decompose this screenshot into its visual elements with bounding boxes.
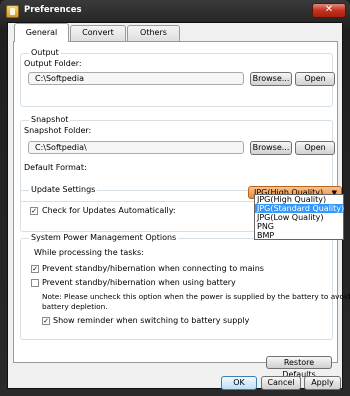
- format-option[interactable]: JPG(High Quality): [255, 195, 343, 204]
- reminder-label: Show reminder when switching to battery …: [53, 316, 250, 325]
- title-bar[interactable]: Preferences ✕: [0, 0, 350, 22]
- format-option[interactable]: JPG(Standard Quality): [255, 204, 344, 213]
- output-group: Output Output Folder: C:\Softpedia Brows…: [20, 48, 335, 107]
- battery-note-line1: Note: Please uncheck this option when th…: [42, 292, 350, 301]
- output-group-title: Output: [29, 48, 61, 57]
- close-icon: ✕: [324, 4, 334, 15]
- auto-update-label: Check for Updates Automatically:: [42, 206, 176, 215]
- prevent-mains-label: Prevent standby/hibernation when connect…: [42, 264, 264, 273]
- reminder-checkbox[interactable]: ✓: [42, 317, 50, 325]
- snapshot-folder-field[interactable]: C:\Softpedia\: [28, 141, 244, 154]
- tab-general[interactable]: General: [14, 23, 69, 42]
- restore-defaults-button[interactable]: Restore Defaults: [266, 356, 332, 379]
- output-folder-label: Output Folder:: [24, 59, 82, 68]
- window-title: Preferences: [24, 5, 82, 15]
- while-processing-label: While processing the tasks:: [34, 248, 144, 257]
- snapshot-browse-button[interactable]: Browse...: [250, 141, 292, 155]
- format-option[interactable]: PNG: [255, 222, 343, 231]
- snapshot-folder-label: Snapshot Folder:: [24, 126, 92, 135]
- prevent-battery-checkbox[interactable]: [31, 279, 39, 287]
- tab-convert[interactable]: Convert: [70, 25, 126, 41]
- output-open-button[interactable]: Open: [295, 72, 335, 86]
- preferences-window: Preferences ✕ General Convert Others Out…: [0, 0, 350, 396]
- format-option[interactable]: BMP: [255, 231, 343, 240]
- default-format-label: Default Format:: [24, 163, 87, 172]
- prevent-mains-checkbox[interactable]: ✓: [31, 265, 39, 273]
- tab-others[interactable]: Others: [127, 25, 180, 41]
- output-folder-field[interactable]: C:\Softpedia: [28, 72, 244, 85]
- close-button[interactable]: ✕: [312, 3, 346, 18]
- auto-update-checkbox[interactable]: ✓: [30, 207, 38, 215]
- app-icon: [6, 5, 19, 18]
- ok-button[interactable]: OK: [221, 376, 257, 390]
- general-tab-panel: Output Output Folder: C:\Softpedia Brows…: [13, 41, 350, 379]
- snapshot-group-title: Snapshot: [29, 115, 71, 124]
- apply-button[interactable]: Apply: [304, 376, 341, 390]
- format-option[interactable]: JPG(Low Quality): [255, 213, 343, 222]
- update-settings-title: Update Settings: [29, 185, 98, 194]
- snapshot-open-button[interactable]: Open: [295, 141, 335, 155]
- format-dropdown-list: JPG(High Quality) JPG(Standard Quality) …: [254, 194, 344, 240]
- power-management-title: System Power Management Options: [29, 233, 179, 242]
- battery-note-line2: battery depletion.: [42, 302, 108, 311]
- cancel-button[interactable]: Cancel: [261, 376, 301, 390]
- dialog-client-area: General Convert Others Output Output Fol…: [7, 22, 350, 390]
- output-browse-button[interactable]: Browse...: [250, 72, 292, 86]
- power-management-group: System Power Management Options While pr…: [20, 233, 350, 340]
- prevent-battery-label: Prevent standby/hibernation when using b…: [42, 278, 236, 287]
